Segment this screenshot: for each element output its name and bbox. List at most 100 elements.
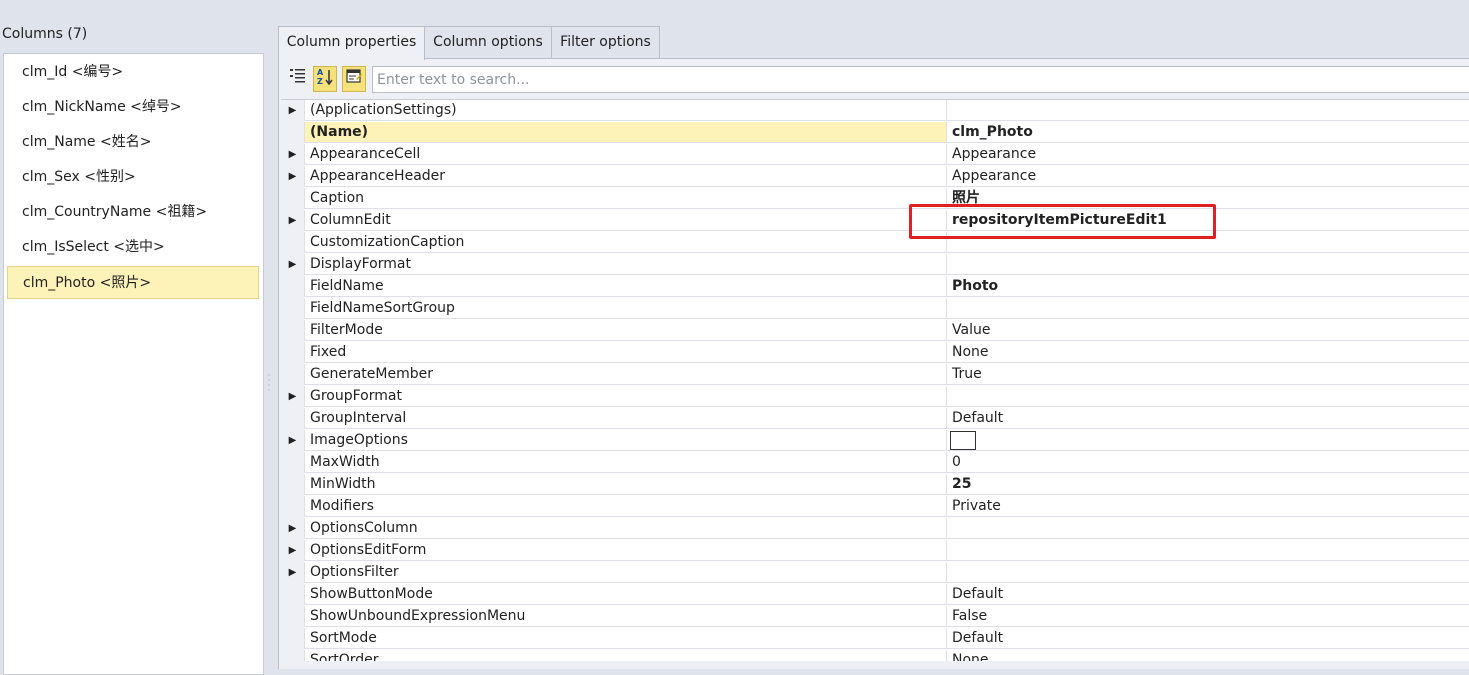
expand-arrow-icon[interactable]: ▶	[281, 518, 304, 540]
property-row[interactable]: Modifiers Private	[281, 496, 1469, 518]
tab-filter-options[interactable]: Filter options	[551, 26, 660, 58]
column-list-item[interactable]: clm_Sex <性别>	[7, 161, 259, 194]
search-input[interactable]	[372, 66, 1469, 93]
expand-arrow-icon[interactable]: ▶	[281, 210, 304, 232]
property-value[interactable]: 0	[946, 452, 1469, 473]
property-value[interactable]	[946, 298, 1469, 319]
column-list-item[interactable]: clm_Id <编号>	[7, 56, 259, 89]
alphabetical-sort-icon[interactable]: A Z	[313, 66, 337, 92]
tab-column-options[interactable]: Column options	[424, 26, 552, 58]
property-row[interactable]: (Name) clm_Photo	[281, 122, 1469, 144]
property-name: ImageOptions	[304, 430, 946, 451]
property-value[interactable]	[946, 518, 1469, 539]
property-name: (Name)	[304, 122, 946, 143]
property-name: GroupInterval	[304, 408, 946, 429]
categorized-icon[interactable]	[286, 66, 310, 92]
splitter-grip[interactable]: · · · ·	[266, 372, 272, 396]
property-row[interactable]: FieldNameSortGroup	[281, 298, 1469, 320]
column-list-item[interactable]: clm_Photo <照片>	[7, 266, 259, 299]
property-row[interactable]: ▶ DisplayFormat	[281, 254, 1469, 276]
property-value[interactable]: clm_Photo	[946, 122, 1469, 143]
property-row[interactable]: ▶ (ApplicationSettings)	[281, 100, 1469, 122]
property-value[interactable]: Appearance	[946, 144, 1469, 165]
expand-arrow-icon[interactable]: ▶	[281, 254, 304, 276]
property-name: OptionsFilter	[304, 562, 946, 583]
property-row[interactable]: ▶ OptionsFilter	[281, 562, 1469, 584]
property-pages-icon[interactable]	[342, 66, 366, 92]
property-row[interactable]: ▶ OptionsEditForm	[281, 540, 1469, 562]
property-row[interactable]: SortMode Default	[281, 628, 1469, 650]
property-value[interactable]	[946, 562, 1469, 583]
row-indicator	[281, 298, 304, 320]
property-row[interactable]: SortOrder None	[281, 650, 1469, 661]
expand-arrow-icon[interactable]: ▶	[281, 540, 304, 562]
property-row[interactable]: FilterMode Value	[281, 320, 1469, 342]
property-row[interactable]: ▶ ColumnEdit repositoryItemPictureEdit1	[281, 210, 1469, 232]
tab-column-properties[interactable]: Column properties	[278, 26, 425, 60]
property-row[interactable]: FieldName Photo	[281, 276, 1469, 298]
property-row[interactable]: MaxWidth 0	[281, 452, 1469, 474]
expand-arrow-icon[interactable]: ▶	[281, 430, 304, 452]
property-row[interactable]: ShowUnboundExpressionMenu False	[281, 606, 1469, 628]
row-indicator	[281, 584, 304, 606]
expand-arrow-icon[interactable]: ▶	[281, 144, 304, 166]
property-value[interactable]	[946, 100, 1469, 121]
property-row[interactable]: ▶ AppearanceHeader Appearance	[281, 166, 1469, 188]
property-row[interactable]: MinWidth 25	[281, 474, 1469, 496]
property-grid[interactable]: ▶ (ApplicationSettings) (Name) clm_Photo ▶ Ap…	[281, 99, 1469, 661]
property-name: SortOrder	[304, 650, 946, 661]
property-value[interactable]: Default	[946, 584, 1469, 605]
property-row[interactable]: ShowButtonMode Default	[281, 584, 1469, 606]
property-row[interactable]: CustomizationCaption	[281, 232, 1469, 254]
property-value[interactable]: Value	[946, 320, 1469, 341]
row-indicator	[281, 320, 304, 342]
row-indicator	[281, 628, 304, 650]
property-value[interactable]: Default	[946, 628, 1469, 649]
property-name: FieldNameSortGroup	[304, 298, 946, 319]
expand-arrow-icon[interactable]: ▶	[281, 166, 304, 188]
property-name: ShowButtonMode	[304, 584, 946, 605]
column-list-item[interactable]: clm_IsSelect <选中>	[7, 231, 259, 264]
property-row[interactable]: Fixed None	[281, 342, 1469, 364]
highlight-annotation	[909, 204, 1216, 239]
property-value[interactable]: Default	[946, 408, 1469, 429]
property-row[interactable]: ▶ GroupFormat	[281, 386, 1469, 408]
property-row[interactable]: GroupInterval Default	[281, 408, 1469, 430]
columns-list[interactable]: clm_Id <编号> clm_NickName <绰号> clm_Name <姓名…	[3, 53, 264, 675]
column-list-item[interactable]: clm_NickName <绰号>	[7, 91, 259, 124]
column-list-item[interactable]: clm_CountryName <祖籍>	[7, 196, 259, 229]
expand-arrow-icon[interactable]: ▶	[281, 386, 304, 408]
property-value[interactable]	[946, 386, 1469, 407]
property-value[interactable]: 25	[946, 474, 1469, 495]
svg-text:Z: Z	[317, 77, 323, 86]
property-name: CustomizationCaption	[304, 232, 946, 253]
row-indicator	[281, 452, 304, 474]
property-name: OptionsColumn	[304, 518, 946, 539]
property-row[interactable]: Caption 照片	[281, 188, 1469, 210]
property-row[interactable]: ▶ OptionsColumn	[281, 518, 1469, 540]
property-name: Modifiers	[304, 496, 946, 517]
column-list-item[interactable]: clm_Name <姓名>	[7, 126, 259, 159]
property-value[interactable]	[946, 254, 1469, 275]
property-value[interactable]	[946, 540, 1469, 561]
image-preview-box[interactable]	[950, 430, 976, 450]
property-row[interactable]: GenerateMember True	[281, 364, 1469, 386]
property-value[interactable]: None	[946, 650, 1469, 661]
property-row[interactable]: ▶ AppearanceCell Appearance	[281, 144, 1469, 166]
row-indicator	[281, 122, 304, 144]
property-row[interactable]: ▶ ImageOptions	[281, 430, 1469, 452]
expand-arrow-icon[interactable]: ▶	[281, 100, 304, 122]
expand-arrow-icon[interactable]: ▶	[281, 562, 304, 584]
property-value[interactable]: False	[946, 606, 1469, 627]
property-value[interactable]	[946, 430, 1469, 451]
property-name: FieldName	[304, 276, 946, 297]
property-value[interactable]: None	[946, 342, 1469, 363]
property-value[interactable]: Photo	[946, 276, 1469, 297]
property-value[interactable]: Appearance	[946, 166, 1469, 187]
property-name: ColumnEdit	[304, 210, 946, 231]
property-value[interactable]: True	[946, 364, 1469, 385]
row-indicator	[281, 650, 304, 661]
columns-header: Columns (7)	[2, 26, 88, 42]
property-value[interactable]: Private	[946, 496, 1469, 517]
row-indicator	[281, 474, 304, 496]
